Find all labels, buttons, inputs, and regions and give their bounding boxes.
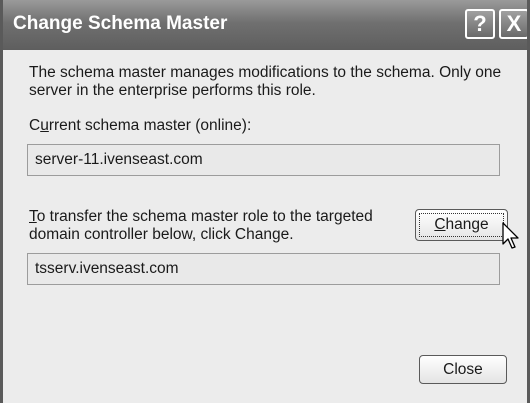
current-master-value: server-11.ivenseast.com: [35, 151, 203, 168]
window-title: Change Schema Master: [13, 13, 228, 34]
current-master-label: Current schema master (online):: [29, 117, 251, 135]
help-icon: ?: [473, 11, 487, 36]
current-label-prefix: C: [29, 117, 41, 134]
target-controller-value: tsserv.ivenseast.com: [35, 260, 179, 277]
current-master-field[interactable]: server-11.ivenseast.com: [27, 144, 500, 176]
arrow-cursor-icon: [502, 222, 519, 249]
description-line-2: server in the enterprise performs this r…: [29, 82, 316, 99]
close-icon: X: [506, 11, 522, 36]
change-button-label: Change: [419, 213, 504, 237]
change-button[interactable]: Change: [415, 209, 508, 241]
transfer-line-2: domain controller below, click Change.: [29, 226, 294, 243]
transfer-line-1-rest: o transfer the schema master role to the…: [36, 208, 373, 225]
close-button-label: Close: [443, 361, 483, 378]
close-button[interactable]: Close: [419, 355, 507, 384]
target-controller-field[interactable]: tsserv.ivenseast.com: [27, 253, 500, 285]
transfer-line-1: To transfer the schema master role to th…: [29, 208, 373, 226]
description-line-1: The schema master manages modifications …: [29, 64, 502, 81]
close-window-button[interactable]: X: [499, 9, 527, 39]
description-text: The schema master manages modifications …: [29, 64, 501, 100]
help-button[interactable]: ?: [465, 9, 495, 39]
change-schema-master-dialog: Change Schema Master ? X The schema mast…: [0, 0, 530, 403]
change-label-rest: hange: [445, 216, 489, 233]
change-accelerator: C: [434, 216, 446, 233]
transfer-instruction: To transfer the schema master role to th…: [29, 208, 373, 244]
current-label-rest: rrent schema master (online):: [48, 117, 252, 134]
current-label-accelerator: u: [40, 117, 49, 134]
transfer-accelerator: T: [29, 208, 37, 225]
title-bar[interactable]: Change Schema Master ? X: [3, 0, 527, 50]
